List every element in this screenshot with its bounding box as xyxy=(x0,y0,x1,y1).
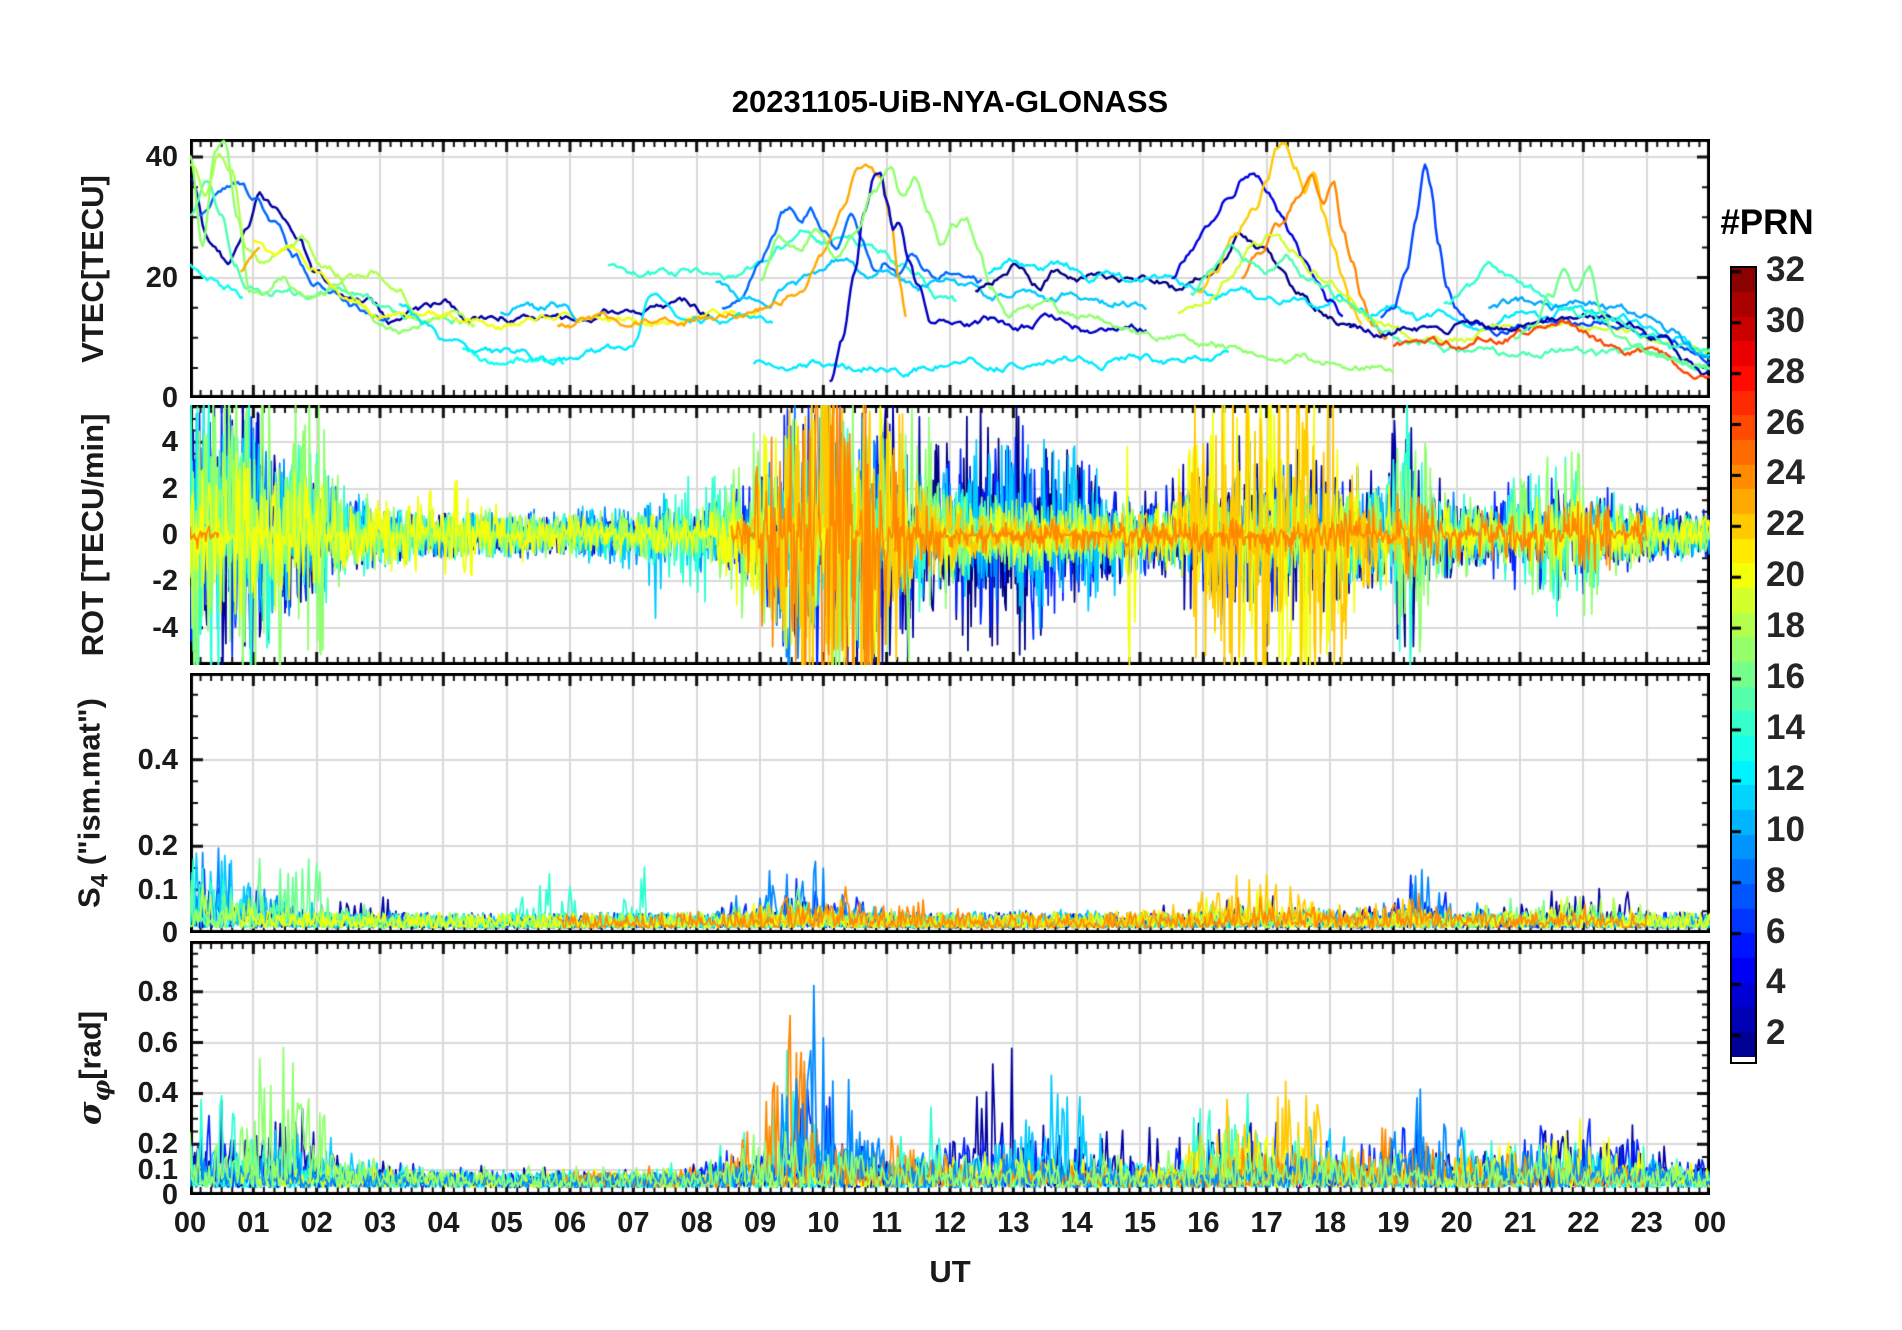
x-tick-label: 19 xyxy=(1377,1207,1410,1239)
x-tick-label: 13 xyxy=(997,1207,1030,1239)
panel-s4 xyxy=(190,673,1710,933)
y-tick-label: 0 xyxy=(161,382,178,414)
colorbar-tick-label: 32 xyxy=(1766,249,1805,289)
x-tick-label: 20 xyxy=(1440,1207,1473,1239)
x-tick-label: 04 xyxy=(427,1207,460,1239)
colorbar-tick-label: 6 xyxy=(1766,911,1786,951)
x-tick-label: 06 xyxy=(553,1207,587,1239)
colorbar xyxy=(1730,266,1757,1064)
colorbar-title: #PRN xyxy=(1720,203,1814,242)
x-tick-label: 02 xyxy=(300,1207,333,1239)
x-tick-label: 10 xyxy=(807,1207,840,1239)
colorbar-tick-label: 22 xyxy=(1766,504,1805,544)
x-tick-label: 00 xyxy=(1693,1207,1727,1239)
x-tick-label: 14 xyxy=(1060,1207,1093,1239)
x-tick-label: 23 xyxy=(1630,1207,1663,1239)
colorbar-tick-label: 10 xyxy=(1766,809,1805,849)
x-tick-label: 08 xyxy=(680,1207,713,1239)
y-tick-label: 2 xyxy=(161,472,178,505)
colorbar-canvas xyxy=(1732,268,1755,1057)
colorbar-tick-label: 26 xyxy=(1766,402,1805,442)
y-tick-label: 40 xyxy=(145,141,178,174)
x-tick-label: 21 xyxy=(1503,1207,1537,1239)
colorbar-tick-label: 14 xyxy=(1766,707,1805,747)
colorbar-tick-label: 16 xyxy=(1766,657,1805,697)
y-tick-label: 0.6 xyxy=(137,1026,178,1059)
y-tick-label: 20 xyxy=(145,261,178,294)
colorbar-tick-label: 2 xyxy=(1766,1013,1786,1053)
panel-rot-canvas xyxy=(190,405,1710,665)
y-tick-label: 0 xyxy=(161,917,178,949)
panel-sigma xyxy=(190,941,1710,1195)
x-tick-label: 09 xyxy=(743,1207,777,1239)
x-axis-label: UT xyxy=(929,1254,971,1289)
y-tick-label: -4 xyxy=(152,611,178,644)
colorbar-tick-label: 18 xyxy=(1766,606,1805,646)
x-tick-label: 05 xyxy=(490,1207,523,1239)
y-tick-label: 0.8 xyxy=(137,975,178,1008)
y-tick-label: 0.4 xyxy=(137,743,178,776)
x-tick-label: 17 xyxy=(1250,1207,1283,1239)
y-tick-label: 0.2 xyxy=(137,830,178,863)
x-tick-label: 07 xyxy=(617,1207,650,1239)
colorbar-tick-label: 12 xyxy=(1766,758,1805,798)
x-tick-label: 22 xyxy=(1567,1207,1600,1239)
y-tick-label: 0.2 xyxy=(137,1128,178,1161)
colorbar-tick-label: 28 xyxy=(1766,351,1805,391)
colorbar-tick-label: 20 xyxy=(1766,555,1805,595)
colorbar-tick-label: 4 xyxy=(1766,962,1786,1002)
x-tick-label: 11 xyxy=(871,1207,902,1239)
figure: 20231105-UiB-NYA-GLONASS VTEC[TECU] ROT … xyxy=(0,0,1902,1330)
y-tick-label: -2 xyxy=(152,565,178,598)
x-tick-label: 16 xyxy=(1187,1207,1220,1239)
panel-sigma-canvas xyxy=(190,941,1710,1195)
panel-vtec-canvas xyxy=(190,139,1710,398)
colorbar-tick-label: 8 xyxy=(1766,860,1786,900)
y-tick-label: 0.4 xyxy=(137,1077,178,1110)
colorbar-tick-label: 30 xyxy=(1766,300,1805,340)
panel-s4-canvas xyxy=(190,673,1710,933)
panel-vtec xyxy=(190,139,1710,398)
y-tick-label: 0 xyxy=(161,519,178,551)
chart-title: 20231105-UiB-NYA-GLONASS xyxy=(731,84,1169,119)
x-tick-label: 00 xyxy=(173,1207,207,1239)
x-tick-label: 15 xyxy=(1123,1207,1157,1239)
x-tick-label: 12 xyxy=(933,1207,967,1239)
x-tick-label: 18 xyxy=(1313,1207,1347,1239)
y-tick-label: 0.1 xyxy=(137,873,178,906)
x-tick-label: 01 xyxy=(237,1207,270,1239)
colorbar-tick-label: 24 xyxy=(1766,453,1805,493)
y-tick-label: 4 xyxy=(161,426,178,459)
x-tick-label: 03 xyxy=(363,1207,397,1239)
panel-rot xyxy=(190,405,1710,665)
